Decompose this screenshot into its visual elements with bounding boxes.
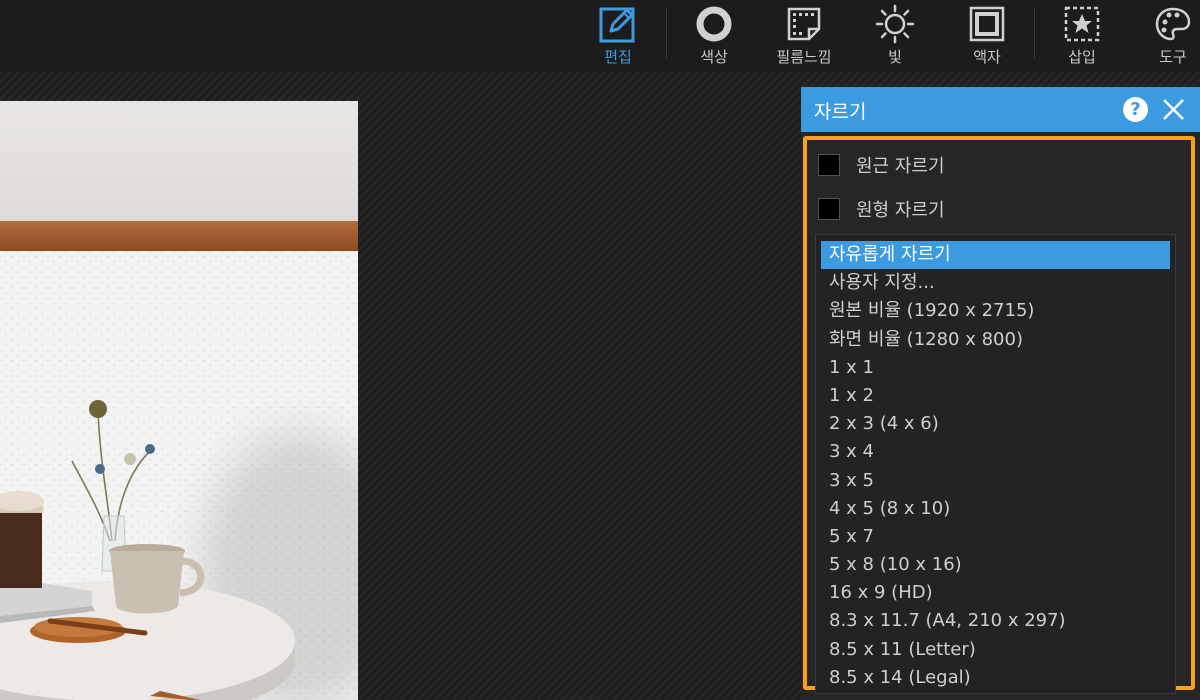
ratio-option[interactable]: 8.3 x 11.7 (A4, 210 x 297) xyxy=(821,607,1170,635)
sun-icon xyxy=(875,2,915,46)
tool-insert-label: 삽입 xyxy=(1068,48,1096,66)
frame-icon xyxy=(968,2,1006,46)
toolbar-divider xyxy=(1034,8,1035,58)
close-button[interactable] xyxy=(1161,97,1186,122)
ratio-option[interactable]: 사용자 지정... xyxy=(821,269,1170,297)
ratio-option[interactable]: 5 x 8 (10 x 16) xyxy=(821,551,1170,579)
close-icon xyxy=(1163,99,1184,120)
tool-light[interactable]: 빛 xyxy=(870,0,920,72)
tool-edit-label: 편집 xyxy=(604,48,632,66)
circle-crop-checkbox[interactable] xyxy=(818,198,840,220)
ring-icon xyxy=(695,2,733,46)
ratio-option[interactable]: 3 x 5 xyxy=(821,467,1170,495)
ratio-option[interactable]: 16 x 9 (HD) xyxy=(821,579,1170,607)
aspect-ratio-list[interactable]: 자유롭게 자르기 사용자 지정... 원본 비율 (1920 x 2715) 화면 비… xyxy=(815,234,1176,694)
tool-edit[interactable]: 편집 xyxy=(593,0,643,72)
tool-film[interactable]: 필름느낌 xyxy=(766,0,842,72)
circle-crop-option[interactable]: 원형 자르기 xyxy=(818,196,945,222)
tool-frame-label: 액자 xyxy=(973,48,1001,66)
ratio-option[interactable]: 8.5 x 11 (Letter) xyxy=(821,636,1170,664)
tool-tools[interactable]: 도구 xyxy=(1148,0,1198,72)
circle-crop-label: 원형 자르기 xyxy=(856,200,945,221)
star-box-icon xyxy=(1063,2,1101,46)
tool-color[interactable]: 색상 xyxy=(688,0,740,72)
tool-tools-label: 도구 xyxy=(1159,48,1187,66)
perspective-crop-option[interactable]: 원근 자르기 xyxy=(818,152,945,178)
palette-icon xyxy=(1154,2,1192,46)
photo-preview[interactable] xyxy=(0,101,358,700)
ratio-option[interactable]: 8.5 x 14 (Legal) xyxy=(821,664,1170,692)
tool-color-label: 색상 xyxy=(700,48,728,66)
help-icon: ? xyxy=(1130,99,1141,120)
tool-insert[interactable]: 삽입 xyxy=(1056,0,1108,72)
ratio-option[interactable]: 1 x 2 xyxy=(821,382,1170,410)
ratio-option[interactable]: 3 x 4 xyxy=(821,438,1170,466)
ratio-option[interactable]: 자유롭게 자르기 xyxy=(821,241,1170,270)
ratio-option[interactable]: 화면 비율 (1280 x 800) xyxy=(821,326,1170,354)
crop-panel: 자르기 ? 원근 자르기 원형 자르기 자유롭게 자르기 사용자 지정... 원본 … xyxy=(801,87,1200,700)
edit-icon xyxy=(599,2,637,46)
ratio-option[interactable]: 원본 비율 (1920 x 2715) xyxy=(821,297,1170,325)
panel-header: 자르기 ? xyxy=(801,87,1200,132)
toolbar-divider xyxy=(666,8,667,58)
film-icon xyxy=(785,2,823,46)
perspective-crop-checkbox[interactable] xyxy=(818,154,840,176)
photo-scene xyxy=(0,400,295,700)
tool-film-label: 필름느낌 xyxy=(776,48,832,66)
tool-light-label: 빛 xyxy=(888,48,902,66)
tool-frame[interactable]: 액자 xyxy=(961,0,1013,72)
ratio-option[interactable]: 4 x 5 (8 x 10) xyxy=(821,495,1170,523)
top-toolbar: 편집 색상 필름느낌 빛 액자 삽입 도구 xyxy=(0,0,1200,72)
panel-title: 자르기 xyxy=(814,101,867,123)
ratio-option[interactable]: 5 x 7 xyxy=(821,523,1170,551)
perspective-crop-label: 원근 자르기 xyxy=(856,156,945,177)
ratio-option[interactable]: 1 x 1 xyxy=(821,354,1170,382)
ratio-option[interactable]: 2 x 3 (4 x 6) xyxy=(821,410,1170,438)
help-button[interactable]: ? xyxy=(1123,97,1148,122)
